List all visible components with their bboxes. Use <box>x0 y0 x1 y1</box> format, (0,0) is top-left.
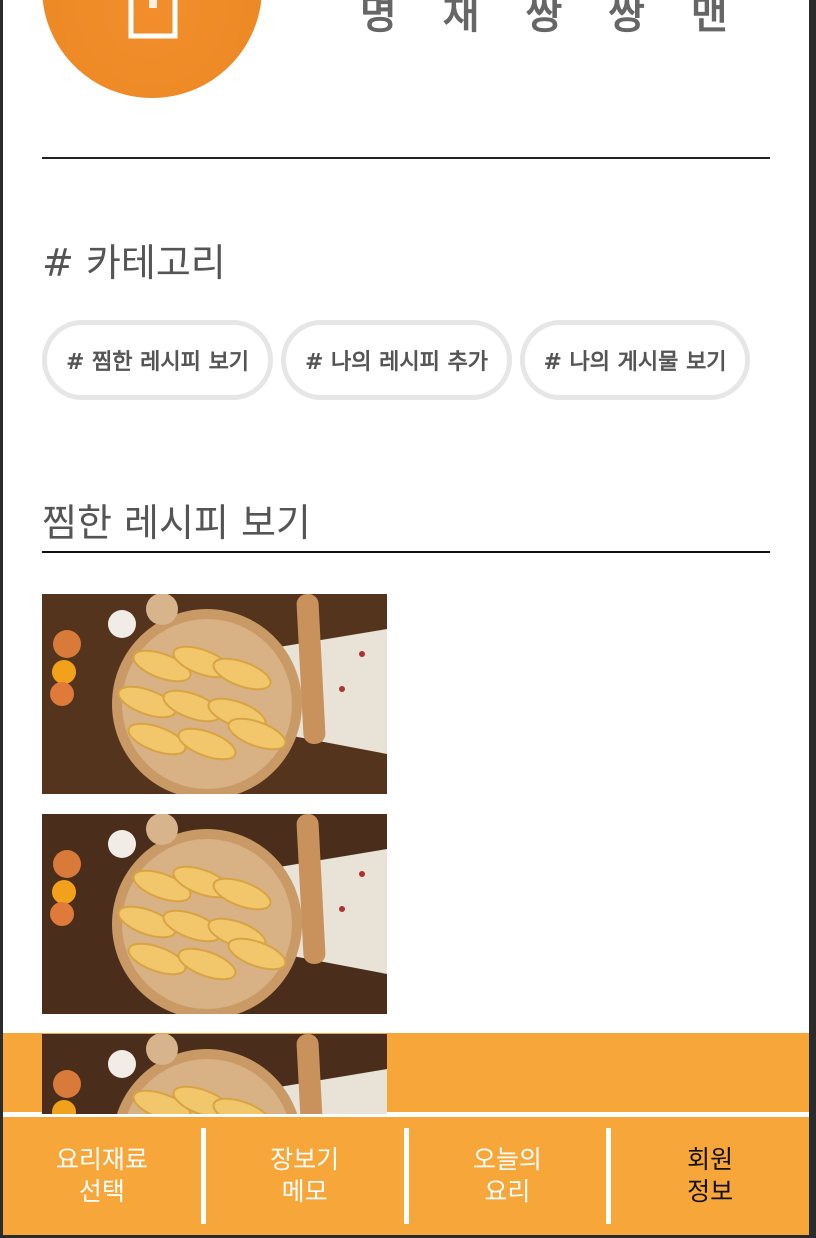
favorite-recipe-image[interactable] <box>42 594 387 794</box>
favorite-recipe-image[interactable] <box>42 1034 387 1114</box>
nav-label-line1: 장보기 <box>270 1145 340 1174</box>
bottom-nav: 요리재료선택 장보기메모 오늘의요리 회원정보 <box>3 1117 809 1235</box>
nav-item-shopping-memo[interactable]: 장보기메모 <box>206 1117 404 1235</box>
nav-label-line1: 오늘의 <box>472 1145 542 1174</box>
divider <box>42 157 770 159</box>
nav-label-line2: 요리 <box>484 1177 531 1206</box>
nav-item-today-recipe[interactable]: 오늘의요리 <box>409 1117 607 1235</box>
nav-item-ingredients[interactable]: 요리재료선택 <box>3 1117 201 1235</box>
profile-name: 명 재 쌍 쌍 맨 <box>360 0 744 38</box>
nav-item-member-info[interactable]: 회원정보 <box>611 1117 809 1235</box>
favorites-title: 찜한 레시피 보기 <box>42 501 311 545</box>
chip-my-posts[interactable]: # 나의 게시물 보기 <box>520 320 750 400</box>
chef-hat-icon <box>128 0 178 39</box>
nav-label-line2: 정보 <box>687 1177 734 1206</box>
dumplings-photo <box>42 814 387 1014</box>
nav-label-line1: 회원 <box>687 1145 734 1174</box>
divider <box>42 551 770 553</box>
dumplings-photo <box>42 594 387 794</box>
chip-add-my-recipe[interactable]: # 나의 레시피 추가 <box>281 320 512 400</box>
window-frame-right <box>809 0 816 1238</box>
dumplings-photo <box>42 1034 387 1114</box>
favorite-recipe-image[interactable] <box>42 814 387 1014</box>
chip-favorite-recipes[interactable]: # 찜한 레시피 보기 <box>42 320 273 400</box>
category-title: # 카테고리 <box>42 241 226 285</box>
nav-label-line1: 요리재료 <box>55 1145 148 1174</box>
nav-label-line2: 선택 <box>78 1177 125 1206</box>
nav-label-line2: 메모 <box>281 1177 328 1206</box>
